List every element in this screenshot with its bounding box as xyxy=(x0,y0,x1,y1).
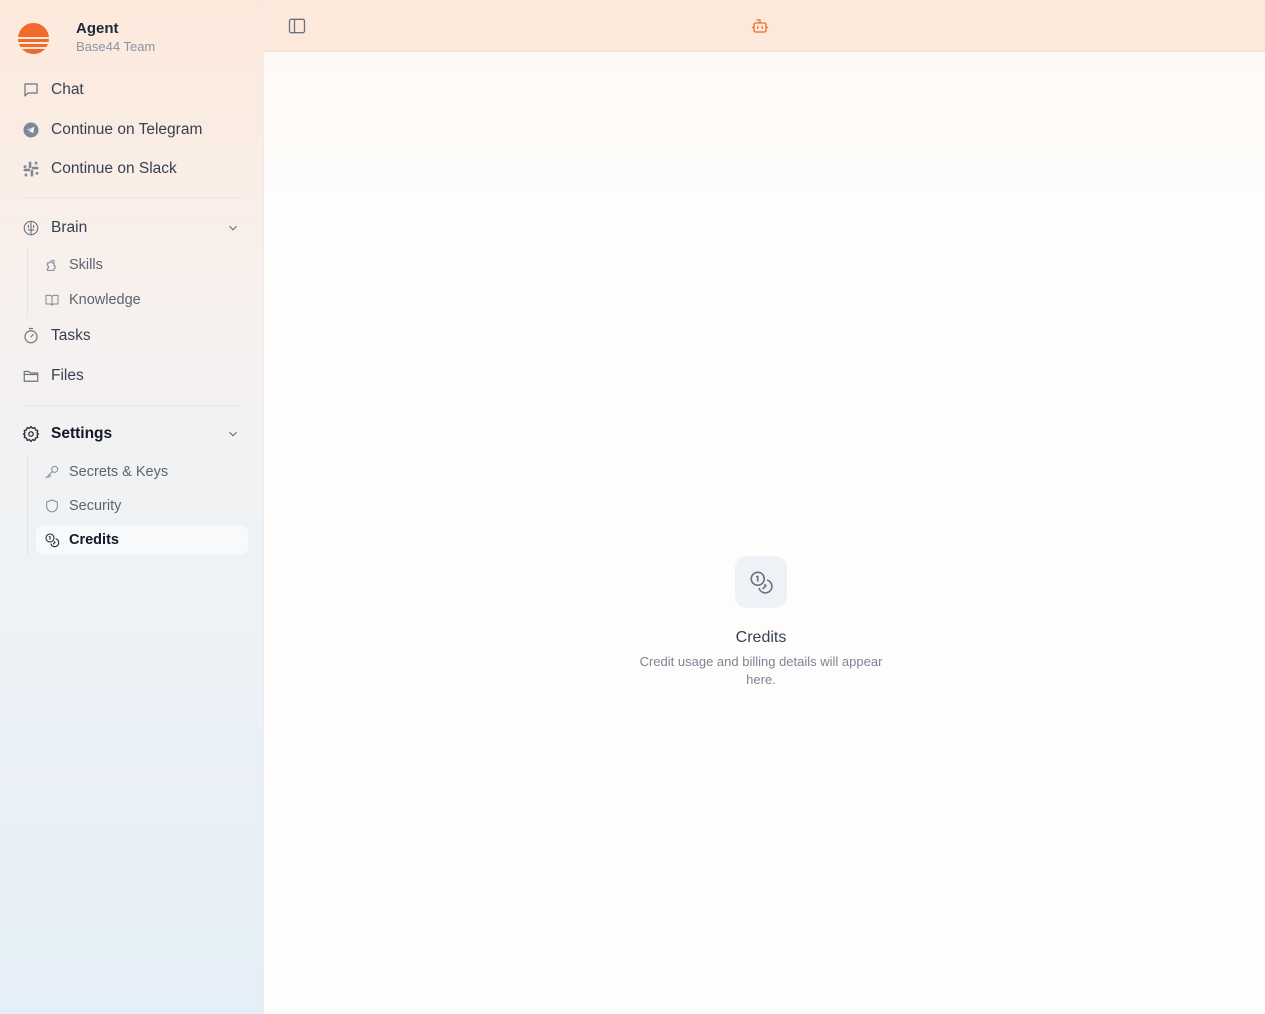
chevron-down-icon[interactable] xyxy=(226,221,240,235)
brand[interactable]: Agent Base44 Team xyxy=(18,20,155,56)
sidebar-item-label: Chat xyxy=(51,81,84,98)
coins-icon xyxy=(735,556,787,608)
puzzle-icon xyxy=(44,257,60,273)
sidebar-item-credits[interactable]: Credits xyxy=(36,525,248,555)
sidebar-item-tasks[interactable]: Tasks xyxy=(12,319,250,353)
sidebar-item-label: Tasks xyxy=(51,327,91,344)
shield-icon xyxy=(44,498,60,514)
sidebar-item-label: Security xyxy=(69,498,122,514)
sidebar-item-label: Knowledge xyxy=(69,292,141,308)
sidebar-item-files[interactable]: Files xyxy=(12,359,250,393)
key-icon xyxy=(44,464,60,480)
sidebar-item-label: Secrets & Keys xyxy=(69,464,169,480)
sidebar-item-label: Skills xyxy=(69,257,103,273)
top-bar xyxy=(264,0,1265,52)
chevron-down-icon[interactable] xyxy=(226,427,240,441)
sidebar-item-knowledge[interactable]: Knowledge xyxy=(36,285,248,315)
chat-bubble-icon xyxy=(22,81,40,99)
divider xyxy=(22,405,240,406)
sidebar-item-label: Files xyxy=(51,367,84,384)
sidebar: Agent Base44 Team Chat Continue on Teleg… xyxy=(0,0,264,1014)
sidebar-item-label: Credits xyxy=(69,532,119,548)
sidebar-item-label: Continue on Telegram xyxy=(51,121,203,138)
sidebar-item-chat[interactable]: Chat xyxy=(12,73,250,107)
empty-state-title: Credits xyxy=(735,629,787,646)
tree-line xyxy=(27,248,28,318)
sidebar-item-slack[interactable]: Continue on Slack xyxy=(12,152,250,186)
sidebar-item-settings[interactable]: Settings xyxy=(12,417,250,451)
gear-icon xyxy=(22,425,40,443)
brand-name: Agent xyxy=(76,20,119,37)
divider xyxy=(22,197,240,198)
sidebar-item-label: Continue on Slack xyxy=(51,160,177,177)
sidebar-item-telegram[interactable]: Continue on Telegram xyxy=(12,113,250,147)
sidebar-item-skills[interactable]: Skills xyxy=(36,250,248,280)
sidebar-toggle-button[interactable] xyxy=(287,16,307,36)
telegram-icon xyxy=(22,121,40,139)
book-icon xyxy=(44,292,60,308)
robot-icon xyxy=(751,17,769,35)
slack-icon xyxy=(22,160,40,178)
timer-icon xyxy=(22,327,40,345)
content-area xyxy=(264,52,1265,202)
main-panel: Credits Credit usage and billing details… xyxy=(264,0,1265,1014)
tree-line xyxy=(27,455,28,555)
coins-icon xyxy=(44,532,60,548)
app: Agent Base44 Team Chat Continue on Teleg… xyxy=(0,0,1265,1014)
agent-logo-icon xyxy=(18,22,49,54)
sidebar-toggle-icon xyxy=(288,18,306,34)
brain-icon xyxy=(22,219,40,237)
empty-state-description: Credit usage and billing details will ap… xyxy=(639,654,883,687)
sidebar-item-label: Settings xyxy=(51,425,113,442)
folder-icon xyxy=(22,367,40,385)
sidebar-item-security[interactable]: Security xyxy=(36,491,248,521)
sidebar-item-label: Brain xyxy=(51,219,88,236)
sidebar-item-brain[interactable]: Brain xyxy=(12,211,250,245)
brand-team: Base44 Team xyxy=(76,39,156,54)
empty-state: Credits Credit usage and billing details… xyxy=(619,556,903,689)
sidebar-item-secrets[interactable]: Secrets & Keys xyxy=(36,457,248,487)
